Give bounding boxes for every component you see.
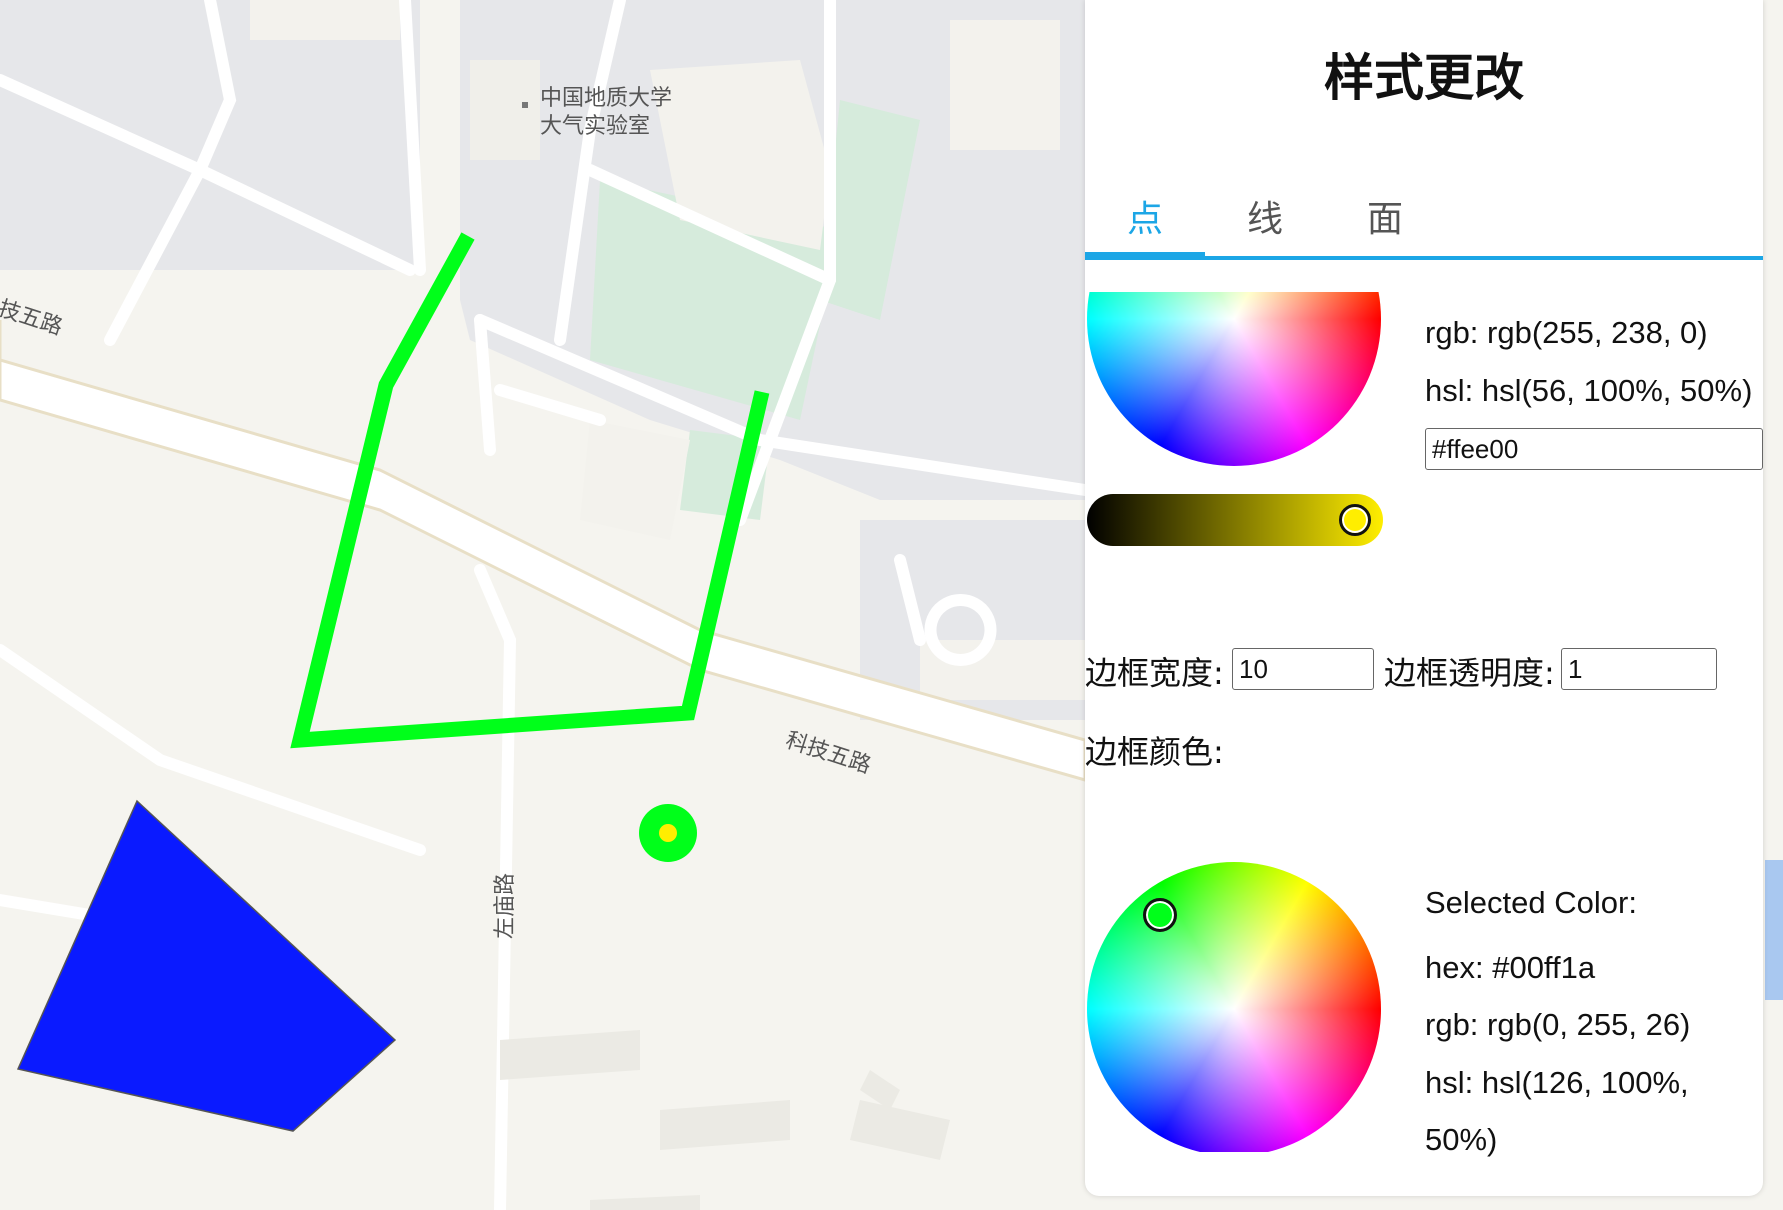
fill-hsl-text: hsl: hsl(56, 100%, 50%) <box>1425 373 1753 408</box>
border-rgb-text: rgb: rgb(0, 255, 26) <box>1425 1007 1691 1042</box>
fill-hex-input[interactable] <box>1425 428 1763 470</box>
border-opacity-input[interactable] <box>1561 648 1717 690</box>
tab-polygon[interactable]: 面 <box>1367 190 1403 242</box>
panel-title: 样式更改 <box>1324 49 1524 107</box>
style-panel: 样式更改 点 线 面 rgb: rgb(255, 238, 0) hsl: hs… <box>1085 0 1763 1196</box>
tab-line[interactable]: 线 <box>1247 190 1283 242</box>
border-color-wheel[interactable] <box>1087 862 1381 1152</box>
active-tab-indicator <box>1085 252 1205 258</box>
border-width-label: 边框宽度: <box>1085 654 1224 692</box>
border-color-handle[interactable] <box>1143 898 1177 932</box>
border-color-wheel-clip <box>1085 860 1385 1152</box>
border-hsl-text-cont: 50%) <box>1425 1122 1498 1157</box>
tab-bar: 点 线 面 <box>1085 180 1763 260</box>
road-label-vertical: 左庙路 <box>493 872 519 940</box>
tab-point[interactable]: 点 <box>1127 190 1163 242</box>
fill-color-wheel[interactable] <box>1087 292 1381 466</box>
fill-color-wheel-clip <box>1085 292 1385 468</box>
border-opacity-label: 边框透明度: <box>1384 654 1555 692</box>
border-selected-label: Selected Color: <box>1425 885 1637 920</box>
fill-rgb-text: rgb: rgb(255, 238, 0) <box>1425 315 1708 350</box>
fill-brightness-handle[interactable] <box>1339 504 1371 536</box>
border-width-input[interactable] <box>1232 648 1374 690</box>
border-hex-text: hex: #00ff1a <box>1425 950 1596 985</box>
border-hsl-text: hsl: hsl(126, 100%, <box>1425 1065 1689 1100</box>
poi-marker-icon <box>522 102 528 108</box>
drawn-point-center <box>659 824 677 842</box>
poi-label-line2: 大气实验室 <box>540 114 651 139</box>
border-color-label: 边框颜色: <box>1085 733 1224 771</box>
